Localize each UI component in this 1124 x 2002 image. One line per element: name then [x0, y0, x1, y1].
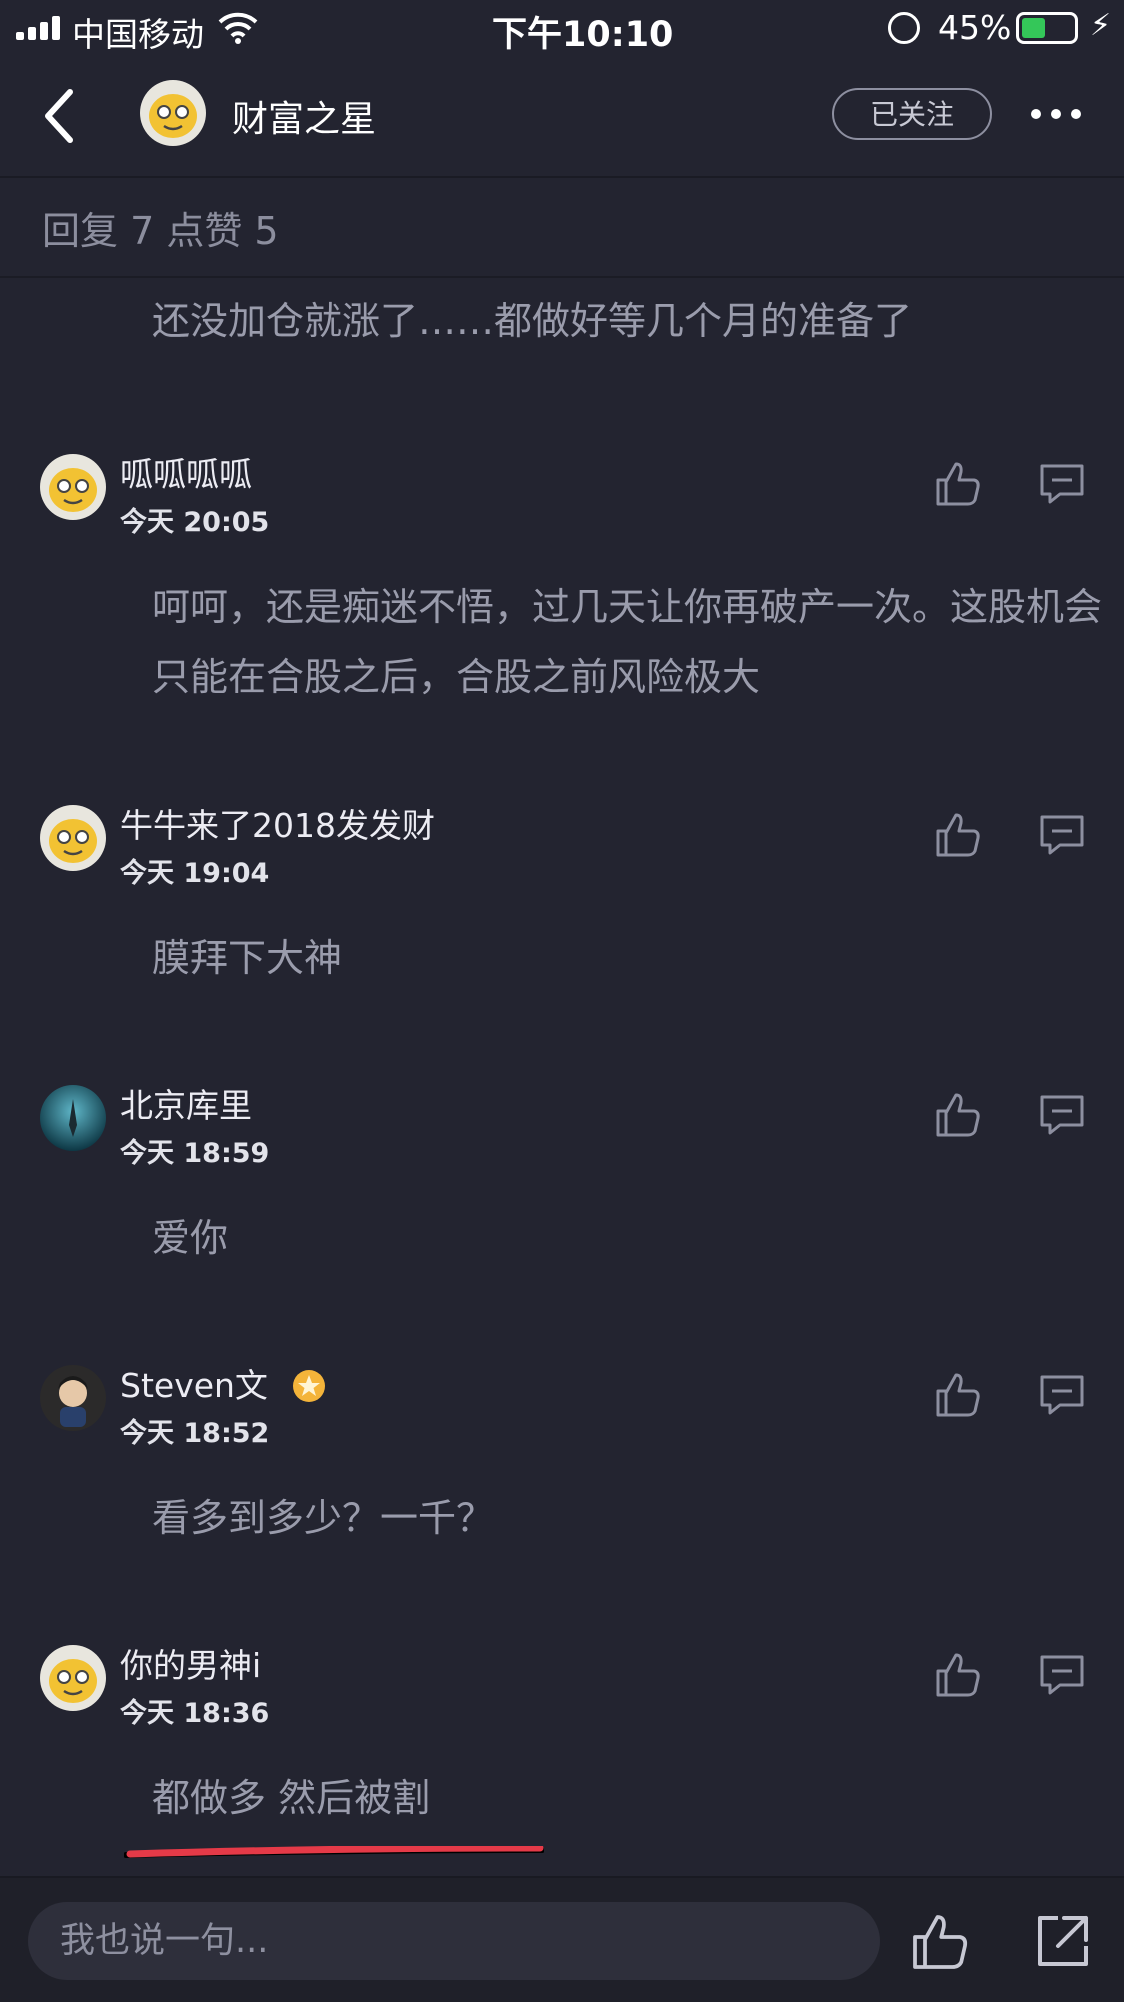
reply-icon[interactable]	[1038, 1093, 1086, 1137]
avatar[interactable]	[140, 80, 206, 146]
share-icon[interactable]	[1034, 1912, 1092, 1970]
comment-author[interactable]: 北京库里	[120, 1079, 252, 1127]
carrier-label: 中国移动	[72, 15, 204, 54]
comment-text: 呵呵，还是痴迷不悟，过几天让你再破产一次。这股机会只能在合股之后，合股之前风险极…	[152, 585, 1103, 699]
battery-percent: 45%	[938, 8, 1012, 47]
comment-input[interactable]: 我也说一句...	[28, 1902, 880, 1980]
clock: 下午10:10	[492, 15, 674, 55]
avatar[interactable]	[40, 454, 106, 520]
status-bar: 中国移动 下午10:10 45% ⚡	[0, 0, 1124, 58]
comment-text: 膜拜下大神	[152, 936, 343, 980]
thumbs-up-icon[interactable]	[934, 1091, 982, 1139]
wifi-icon	[218, 12, 258, 44]
thumbs-up-icon[interactable]	[934, 1651, 982, 1699]
comment-text: 都做多 然后被割	[152, 1776, 431, 1820]
comment-time: 今天 18:36	[120, 1698, 270, 1729]
avatar[interactable]	[40, 1645, 106, 1711]
comment-text: 还没加仓就涨了……都做好等几个月的准备了	[152, 299, 913, 343]
bottom-bar: 我也说一句...	[0, 1876, 1124, 2002]
reply-icon[interactable]	[1038, 813, 1086, 857]
comment-text: 爱你	[152, 1216, 229, 1260]
gold-star-badge	[293, 1370, 326, 1402]
comment-author[interactable]: 呱呱呱呱	[120, 448, 252, 496]
thumbs-up-icon[interactable]	[934, 811, 982, 859]
chevron-left-icon[interactable]	[40, 86, 80, 146]
more-dots-icon[interactable]	[1028, 94, 1084, 134]
comment-time: 今天 18:59	[120, 1138, 270, 1169]
reply-icon[interactable]	[1038, 1653, 1086, 1697]
reply-icon[interactable]	[1038, 462, 1086, 506]
comment-time: 今天 18:52	[120, 1418, 270, 1449]
avatar[interactable]	[40, 1365, 106, 1431]
battery-fill	[1022, 18, 1045, 38]
divider	[0, 276, 1124, 278]
comment-author[interactable]: 牛牛来了2018发发财	[120, 799, 435, 847]
avatar[interactable]	[40, 805, 106, 871]
comment-author[interactable]: Steven文	[120, 1359, 326, 1407]
red-underline-annotation	[124, 1846, 544, 1858]
battery-icon	[1016, 12, 1078, 44]
comment-time: 今天 19:04	[120, 858, 270, 889]
nav-bar: 财富之星 已关注	[0, 58, 1124, 178]
reply-like-counts: 回复 7 点赞 5	[42, 209, 279, 253]
signal-icon	[16, 16, 62, 40]
comment-time: 今天 20:05	[120, 507, 270, 538]
orientation-lock-icon	[888, 12, 920, 44]
comment-text: 看多到多少？一千？	[152, 1496, 495, 1540]
comment-author[interactable]: 你的男神i	[120, 1639, 261, 1687]
reply-icon[interactable]	[1038, 1373, 1086, 1417]
thumbs-up-icon[interactable]	[934, 460, 982, 508]
charging-bolt-icon: ⚡	[1090, 8, 1112, 43]
page-title: 财富之星	[232, 99, 377, 140]
avatar[interactable]	[40, 1085, 106, 1151]
follow-button[interactable]: 已关注	[832, 88, 992, 140]
comment-author-name: Steven文	[120, 1366, 268, 1405]
thumbs-up-icon[interactable]	[934, 1371, 982, 1419]
thumbs-up-icon[interactable]	[910, 1912, 970, 1972]
